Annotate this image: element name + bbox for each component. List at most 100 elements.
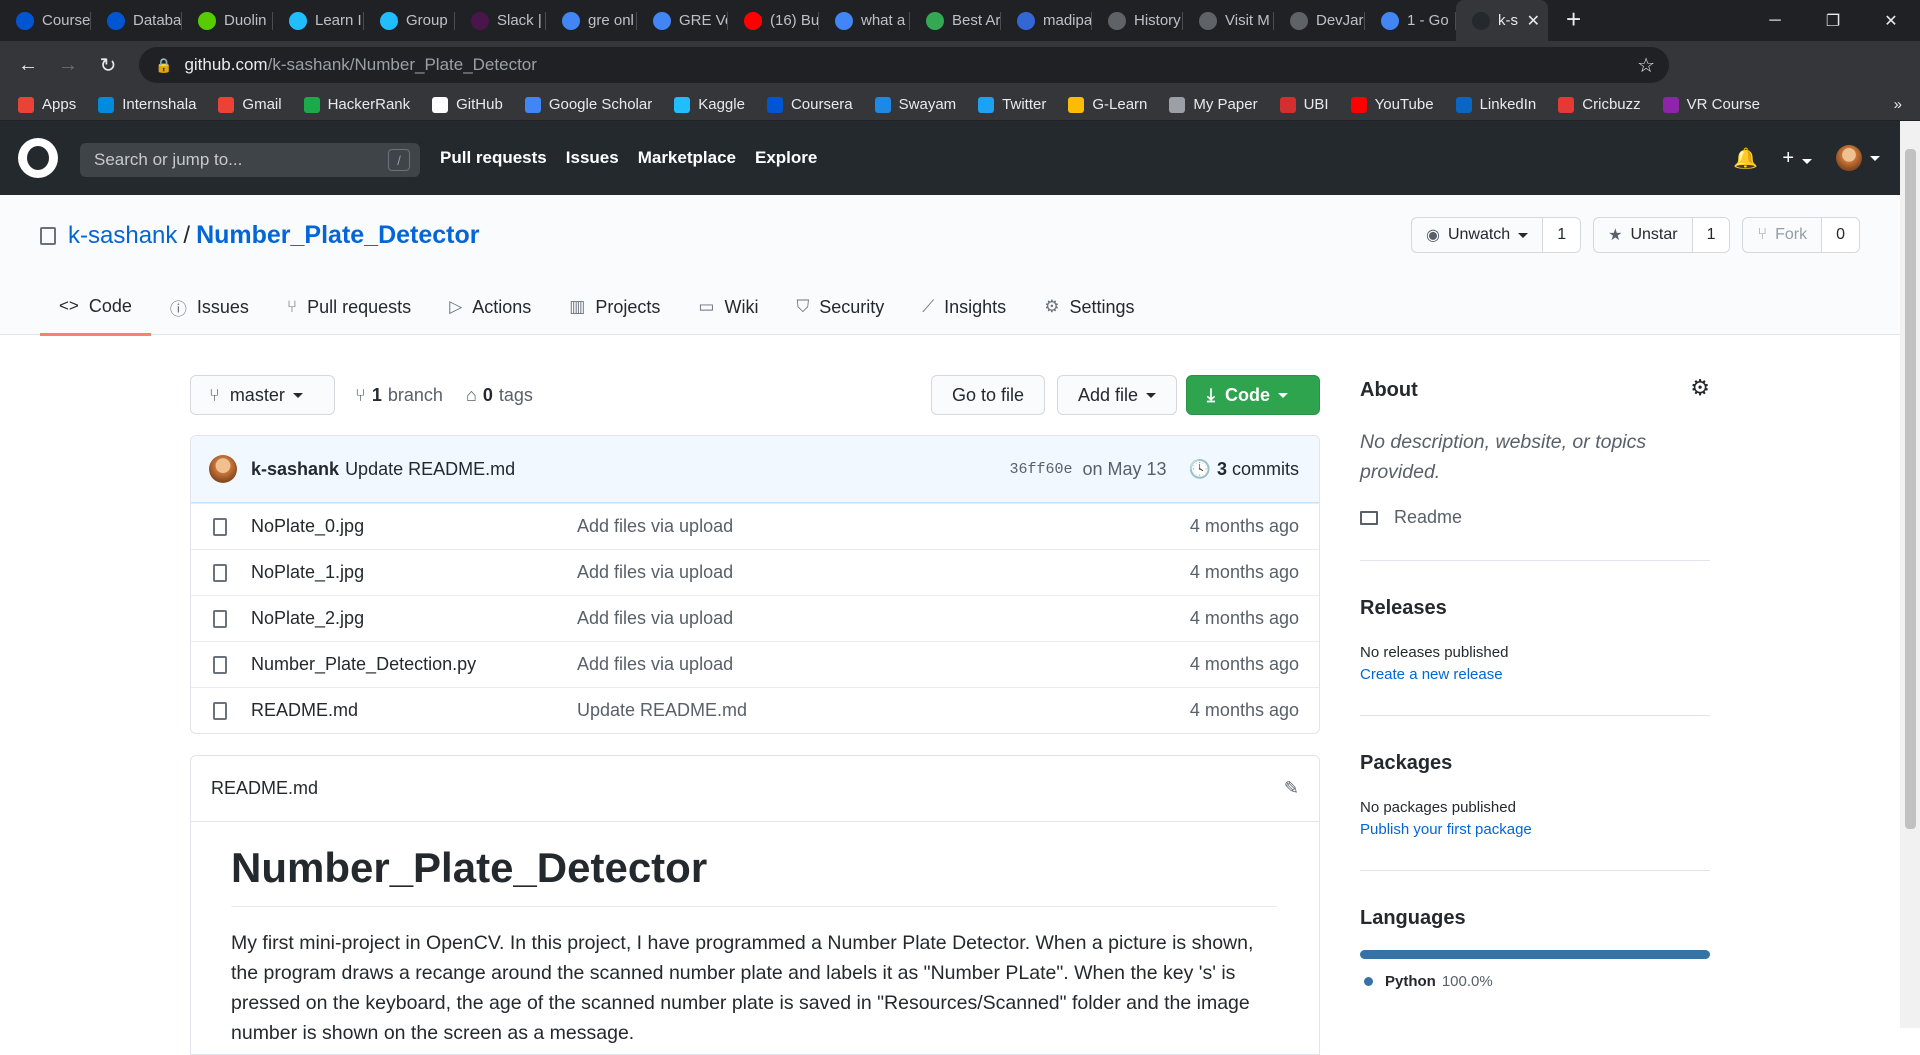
minimize-icon[interactable]: ─: [1746, 0, 1804, 41]
bookmark-item[interactable]: Coursera: [766, 96, 853, 113]
tab-pull-requests[interactable]: ⑂ Pull requests: [268, 279, 430, 335]
close-icon[interactable]: ✕: [1862, 0, 1920, 41]
bookmarks-overflow-icon[interactable]: »: [1894, 96, 1902, 113]
code-download-button[interactable]: ⤓ Code: [1186, 375, 1320, 415]
about-settings-gear-icon[interactable]: ⚙: [1690, 375, 1710, 401]
bookmark-item[interactable]: Cricbuzz: [1558, 96, 1641, 113]
star-button[interactable]: ★ Unstar 1: [1593, 217, 1731, 253]
browser-tab[interactable]: Duolin: [182, 0, 273, 41]
browser-tab[interactable]: Databa: [91, 0, 182, 41]
branch-select-button[interactable]: ⑂ master: [190, 375, 335, 415]
maximize-icon[interactable]: ❐: [1804, 0, 1862, 41]
browser-tab[interactable]: DevJar: [1274, 0, 1365, 41]
new-tab-icon[interactable]: +: [1566, 4, 1581, 35]
nav-marketplace[interactable]: Marketplace: [638, 148, 736, 168]
back-icon[interactable]: ←: [8, 54, 48, 77]
bookmark-item[interactable]: Gmail: [218, 96, 282, 113]
edit-pencil-icon[interactable]: ✎: [1284, 778, 1299, 799]
file-name-link[interactable]: NoPlate_1.jpg: [251, 562, 364, 583]
browser-tab[interactable]: what a: [819, 0, 910, 41]
browser-tab[interactable]: gre onl: [546, 0, 637, 41]
browser-tab[interactable]: madipa: [1001, 0, 1092, 41]
bookmark-star-icon[interactable]: ☆: [1637, 53, 1655, 78]
tab-issues[interactable]: ⓘ Issues: [151, 279, 268, 335]
tab-wiki[interactable]: ▭ Wiki: [679, 279, 777, 335]
file-commit-message-link[interactable]: Add files via upload: [577, 654, 733, 675]
avatar-dropdown-icon[interactable]: [1870, 155, 1880, 161]
tab-projects[interactable]: ▥ Projects: [550, 279, 679, 335]
bookmark-item[interactable]: Apps: [18, 96, 76, 113]
bookmark-item[interactable]: Google Scholar: [524, 96, 652, 113]
publish-package-link[interactable]: Publish your first package: [1360, 821, 1532, 838]
commit-author[interactable]: k-sashank: [251, 459, 339, 480]
tab-security[interactable]: ⛉ Security: [777, 279, 903, 335]
watch-button[interactable]: ◉ Unwatch 1: [1410, 217, 1582, 253]
browser-tab[interactable]: Best Ar: [910, 0, 1001, 41]
file-name-link[interactable]: NoPlate_0.jpg: [251, 516, 364, 537]
file-name-link[interactable]: NoPlate_2.jpg: [251, 608, 364, 629]
scrollbar-thumb[interactable]: [1905, 149, 1916, 829]
search-input[interactable]: Search or jump to... /: [80, 143, 420, 177]
fork-count[interactable]: 0: [1822, 218, 1859, 252]
fork-button[interactable]: ⑂ Fork 0: [1742, 217, 1860, 253]
tab-actions[interactable]: ▷ Actions: [430, 279, 550, 335]
browser-tab[interactable]: (16) Bu: [728, 0, 819, 41]
browser-tab[interactable]: GRE Ve: [637, 0, 728, 41]
file-name-link[interactable]: Number_Plate_Detection.py: [251, 654, 476, 675]
bookmark-item[interactable]: G-Learn: [1068, 96, 1147, 113]
bookmark-item[interactable]: Swayam: [874, 96, 956, 113]
repo-name-link[interactable]: Number_Plate_Detector: [196, 221, 479, 250]
file-commit-message-link[interactable]: Add files via upload: [577, 516, 733, 537]
commit-author-avatar[interactable]: [209, 455, 237, 483]
bookmark-item[interactable]: UBI: [1279, 96, 1329, 113]
tab-settings[interactable]: ⚙ Settings: [1025, 279, 1153, 335]
browser-tab[interactable]: History: [1092, 0, 1183, 41]
watch-count[interactable]: 1: [1543, 218, 1581, 252]
nav-explore[interactable]: Explore: [755, 148, 817, 168]
add-file-button[interactable]: Add file: [1057, 375, 1178, 415]
browser-tab[interactable]: Slack |: [455, 0, 546, 41]
commit-message[interactable]: Update README.md: [345, 459, 515, 480]
user-avatar[interactable]: [1836, 145, 1862, 171]
bookmark-item[interactable]: Kaggle: [674, 96, 745, 113]
forward-icon[interactable]: →: [48, 54, 88, 77]
tab-insights[interactable]: ⟋ Insights: [903, 279, 1025, 335]
tags-link[interactable]: ⌂ 0 tags: [466, 385, 533, 406]
notifications-bell-icon[interactable]: 🔔: [1733, 146, 1758, 171]
file-name-link[interactable]: README.md: [251, 700, 358, 721]
file-commit-message-link[interactable]: Add files via upload: [577, 562, 733, 583]
create-release-link[interactable]: Create a new release: [1360, 666, 1503, 683]
bookmark-item[interactable]: My Paper: [1169, 96, 1258, 113]
bookmark-item[interactable]: Internshala: [98, 96, 196, 113]
url-bar[interactable]: 🔒 github.com/k-sashank/Number_Plate_Dete…: [139, 47, 1669, 83]
file-commit-message-link[interactable]: Add files via upload: [577, 608, 733, 629]
browser-tab[interactable]: k-s ✕: [1456, 0, 1548, 41]
repo-owner-link[interactable]: k-sashank: [68, 222, 177, 250]
language-item-python[interactable]: Python 100.0%: [1360, 973, 1493, 990]
bookmark-item[interactable]: Twitter: [978, 96, 1046, 113]
nav-pull-requests[interactable]: Pull requests: [440, 148, 547, 168]
tab-code[interactable]: <> Code: [40, 279, 151, 336]
lock-icon[interactable]: 🔒: [155, 57, 172, 74]
readme-link[interactable]: Readme: [1360, 507, 1462, 528]
bookmark-item[interactable]: VR Course: [1662, 96, 1760, 113]
create-new-plus-icon[interactable]: +: [1782, 147, 1812, 170]
releases-title[interactable]: Releases: [1360, 597, 1447, 620]
browser-tab[interactable]: Course: [0, 0, 91, 41]
browser-tab[interactable]: Visit M: [1183, 0, 1274, 41]
browser-tab[interactable]: Learn I: [273, 0, 364, 41]
go-to-file-button[interactable]: Go to file: [931, 375, 1046, 415]
bookmark-item[interactable]: LinkedIn: [1455, 96, 1536, 113]
github-logo-icon[interactable]: [18, 138, 58, 178]
nav-issues[interactable]: Issues: [566, 148, 619, 168]
packages-title[interactable]: Packages: [1360, 752, 1452, 775]
commits-history-link[interactable]: 🕓 3 commits: [1189, 459, 1299, 480]
reload-icon[interactable]: ↻: [88, 53, 128, 78]
bookmark-item[interactable]: HackerRank: [303, 96, 410, 113]
bookmark-item[interactable]: YouTube: [1350, 96, 1434, 113]
file-commit-message-link[interactable]: Update README.md: [577, 700, 747, 721]
branches-link[interactable]: ⑂ 1 branch: [355, 385, 443, 406]
page-scrollbar[interactable]: [1900, 121, 1920, 1028]
star-count[interactable]: 1: [1692, 218, 1730, 252]
commit-sha[interactable]: 36ff60e: [1009, 461, 1072, 478]
